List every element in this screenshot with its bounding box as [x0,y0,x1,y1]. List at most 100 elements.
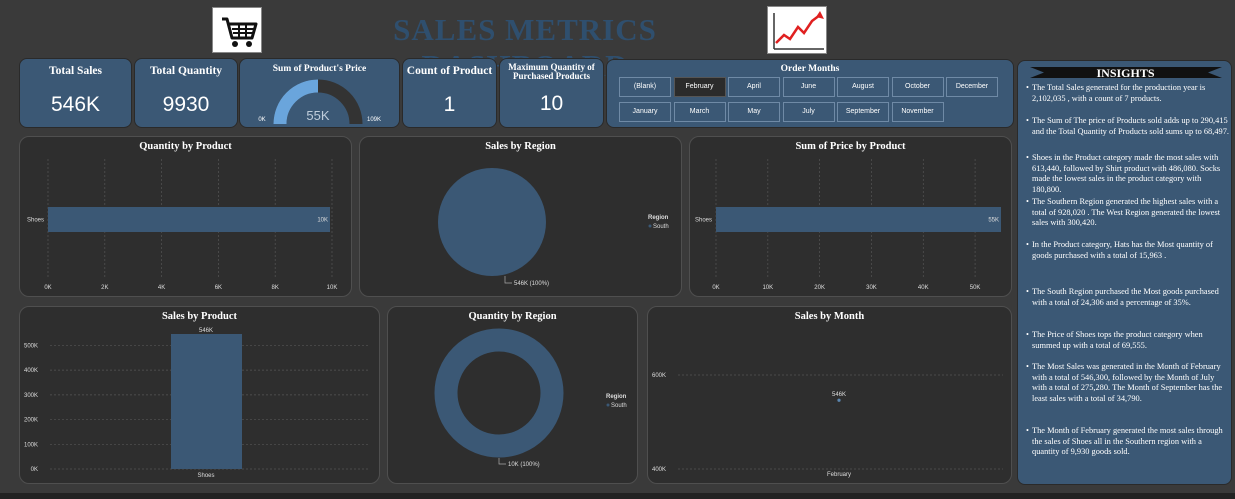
quantity-by-region-chart: 10K (100%) Region South [434,328,627,468]
kpi-total-sales: Total Sales 546K [19,58,132,128]
pie-slice [438,168,546,276]
panel-quantity-by-product: 0K 2K 4K 6K 8K 10K Shoes 10K Quantity by Produc… [19,136,352,297]
kpi-value: 1 [443,93,456,117]
kpi-sum-price-gauge: Sum of Product's Price 55K 0K 109K [239,58,400,128]
chart-title: Sales by Region [485,141,556,152]
data-label: 546K [832,392,846,398]
insight-item: The Most Sales was generated in the Mont… [1026,362,1231,404]
gauge-value: 55K [306,108,329,123]
quantity-by-product-chart: 0K 2K 4K 6K 8K 10K Shoes 10K [27,159,338,291]
insight-item: In the Product category, Hats has the Mo… [1026,240,1231,261]
chart-title: Sales by Product [161,311,238,322]
data-label: 10K [317,218,328,224]
category-label: Shoes [27,218,44,224]
month-option[interactable]: July [782,102,835,122]
y-tick-label: 0K [31,467,38,473]
month-option[interactable]: September [837,102,889,122]
chart-title: Sum of Price by Product [795,141,906,152]
y-tick-label: 300K [24,393,38,399]
y-tick-label: 200K [24,418,38,424]
month-option[interactable]: February [673,77,726,97]
kpi-max-quantity: Maximum Quantity of Purchased Products 1… [499,58,604,128]
slicer-title: Order Months [780,64,840,74]
x-tick-label: 10K [327,285,338,291]
month-option[interactable]: April [728,77,780,97]
legend-label: South [611,403,627,409]
leader-line [504,276,512,284]
legend-marker [606,403,610,407]
legend-title: Region [648,215,669,221]
donut-slice [434,328,564,458]
chart-title: Quantity by Product [139,141,232,152]
y-tick-label: 400K [652,467,666,473]
order-months-slicer: Order Months (Blank) February April June Aug… [606,59,1014,128]
chart-title: Sales by Month [794,311,865,322]
x-tick-label: 0K [712,285,719,291]
panel-sales-by-month: 400K 600K 546K February Sales by Month [647,306,1012,484]
gauge-min: 0K [258,117,265,123]
x-tick-label: 20K [814,285,825,291]
kpi-total-quantity: Total Quantity 9930 [134,58,238,128]
y-tick-label: 400K [24,368,38,374]
kpi-title: Total Sales [49,65,102,77]
month-option[interactable]: March [673,102,726,122]
month-option[interactable]: (Blank) [619,77,671,97]
x-tick-label: 10K [762,285,773,291]
data-label: 55K [988,218,999,224]
leader-line [498,458,506,465]
kpi-value: 546K [50,93,101,117]
x-tick-label: 4K [158,285,165,291]
gauge-max: 109K [367,117,381,123]
insight-item: Shoes in the Product category made the m… [1026,153,1231,195]
y-tick-label: 500K [24,343,38,349]
kpi-value: 9930 [162,93,210,117]
x-tick-label: 30K [866,285,877,291]
data-label: 546K (100%) [514,281,549,287]
gauge-chart: 55K 0K 109K [258,79,381,125]
x-tick-label: 6K [215,285,222,291]
trend-chart-icon [767,6,827,54]
kpi-title: Total Quantity [149,65,223,77]
kpi-title: Maximum Quantity of Purchased Products [508,62,595,82]
insights-panel: INSIGHTS The Total Sales generated for t… [1017,60,1232,485]
legend-title: Region [606,394,627,400]
x-tick-label: 50K [970,285,981,291]
insight-item: The Price of Shoes tops the product cate… [1026,330,1231,351]
category-label: Shoes [197,473,214,479]
panel-sales-by-region: 546K (100%) Region South Sales by Region [359,136,682,297]
panel-price-by-product: 0K 10K 20K 30K 40K 50K Shoes 55K Sum of Price b… [689,136,1012,297]
y-tick-label: 600K [652,373,666,379]
y-tick-label: 100K [24,442,38,448]
data-label: 10K (100%) [508,462,540,468]
month-option[interactable]: October [891,77,944,97]
insight-item: The Sum of The price of Products sold ad… [1026,116,1231,137]
legend-marker [648,224,652,228]
x-tick-label: 40K [918,285,929,291]
bar [716,207,1001,232]
category-label: Shoes [695,218,712,224]
insight-item: The Month of February generated the most… [1026,426,1231,458]
panel-quantity-by-region: 10K (100%) Region South Quantity by Region [387,306,638,484]
bar [171,334,242,469]
insight-item: The South Region purchased the Most good… [1026,287,1231,308]
kpi-title: Count of Product [406,65,493,77]
month-option[interactable]: June [782,77,835,97]
bar [48,207,331,232]
kpi-value: 10 [539,91,564,115]
insight-item: The Southern Region generated the highes… [1026,197,1231,229]
category-label: February [827,472,851,478]
data-label: 546K [199,328,213,334]
insights-title: INSIGHTS [1096,66,1155,80]
month-option[interactable]: May [728,102,780,122]
month-option[interactable]: December [946,77,998,97]
price-by-product-chart: 0K 10K 20K 30K 40K 50K Shoes 55K [695,159,1001,291]
month-option[interactable]: August [837,77,889,97]
x-tick-label: 8K [272,285,279,291]
month-option[interactable]: November [891,102,944,122]
chart-title: Quantity by Region [468,311,557,322]
legend-label: South [653,224,669,230]
sales-by-region-chart: 546K (100%) Region South [438,168,669,287]
shopping-cart-icon [212,7,262,53]
sales-by-product-chart: 0K 100K 200K 300K 400K 500K 546K Shoes [24,328,370,479]
month-option[interactable]: January [619,102,671,122]
